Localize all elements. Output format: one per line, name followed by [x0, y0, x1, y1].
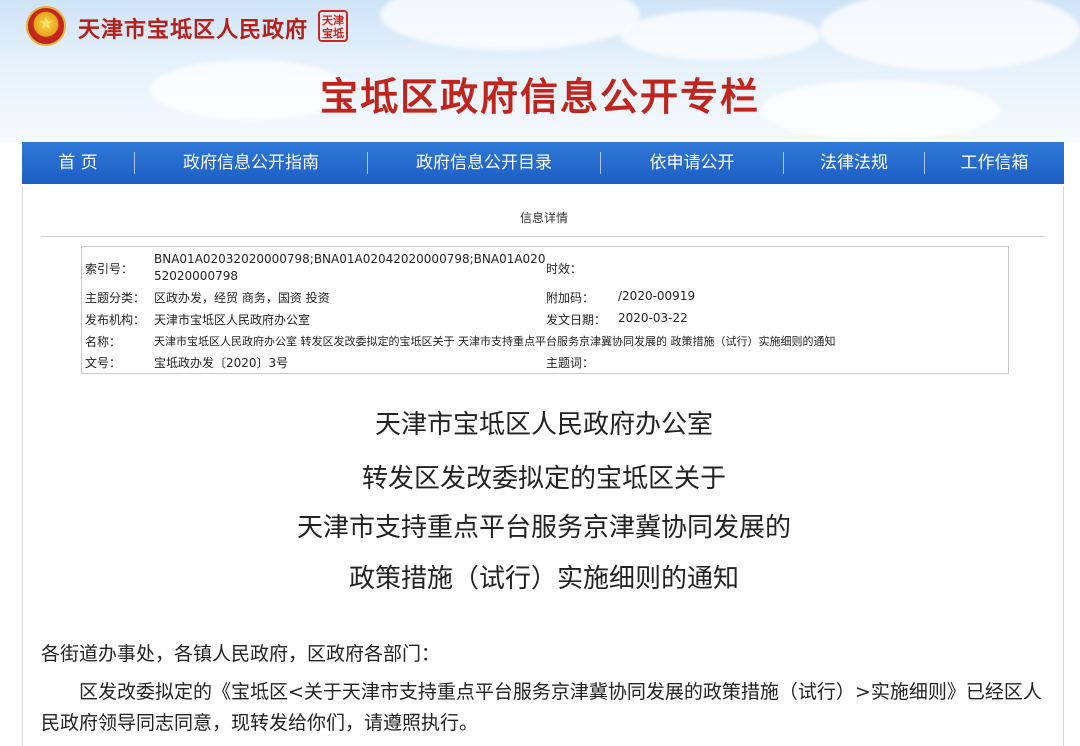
publisher-label: 发布机构：	[85, 313, 146, 327]
extra-code-value: /2020-00919	[618, 289, 696, 303]
index-value: BNA01A02032020000798;BNA01A0204202000079…	[154, 252, 546, 283]
national-emblem-icon[interactable]	[26, 6, 66, 46]
body-paragraph: 区发改委拟定的《宝坻区<关于天津市支持重点平台服务京津冀协同发展的政策措施（试行…	[41, 681, 1042, 734]
category-label: 主题分类：	[85, 291, 146, 305]
nav-item-home[interactable]: 首 页	[22, 142, 134, 184]
extra-code-label: 附加码：	[546, 291, 595, 305]
nav-item-laws[interactable]: 法律法规	[784, 142, 924, 184]
table-row: 主题分类： 区政办发，经贸 商务，国资 投资 附加码： /2020-00919	[82, 289, 1008, 307]
site-header: 天津市宝坻区人民政府 天津宝坻 宝坻区政府信息公开专栏	[0, 0, 1080, 142]
index-label: 索引号：	[85, 262, 134, 276]
date-label: 发文日期：	[546, 313, 607, 327]
salutation: 各街道办事处，各镇人民政府，区政府各部门：	[41, 643, 441, 665]
document-title-line: 政策措施（试行）实施细则的通知	[348, 564, 739, 594]
metadata-table: 索引号： BNA01A02032020000798;BNA01A02042020…	[81, 246, 1009, 374]
detail-heading: 信息详情	[519, 211, 568, 225]
table-row: 发布机构： 天津市宝坻区人民政府办公室 发文日期： 2020-03-22	[82, 311, 1008, 329]
category-value: 区政办发，经贸 商务，国资 投资	[154, 291, 330, 305]
document-title-line: 天津市支持重点平台服务京津冀协同发展的	[296, 513, 791, 543]
tianjin-baodi-seal-icon: 天津 宝坻	[318, 10, 348, 42]
docno-label: 文号：	[85, 356, 122, 370]
gov-site-name[interactable]: 天津市宝坻区人民政府	[78, 12, 308, 44]
name-value: 天津市宝坻区人民政府办公室 转发区发改委拟定的宝坻区关于 天津市支持重点平台服务…	[154, 335, 836, 348]
document-title-line: 转发区发改委拟定的宝坻区关于	[361, 464, 726, 494]
keyword-label: 主题词：	[546, 356, 595, 370]
nav-item-mailbox[interactable]: 工作信箱	[925, 142, 1064, 184]
nav-item-guide[interactable]: 政府信息公开指南	[135, 142, 367, 184]
table-row: 索引号： BNA01A02032020000798;BNA01A02042020…	[82, 251, 1008, 285]
divider	[41, 236, 1045, 237]
docno-value: 宝坻政办发〔2020〕3号	[154, 356, 289, 370]
table-row: 名称： 天津市宝坻区人民政府办公室 转发区发改委拟定的宝坻区关于 天津市支持重点…	[82, 333, 1008, 351]
nav-item-catalog[interactable]: 政府信息公开目录	[368, 142, 600, 184]
validity-label: 时效：	[546, 262, 583, 276]
content-frame: 信息详情 索引号： BNA01A02032020000798;BNA01A020…	[22, 186, 1064, 746]
table-row: 文号： 宝坻政办发〔2020〕3号 主题词：	[82, 354, 1008, 372]
date-value: 2020-03-22	[618, 311, 688, 325]
document-title-line: 天津市宝坻区人民政府办公室	[374, 410, 713, 440]
publisher-value: 天津市宝坻区人民政府办公室	[154, 313, 311, 327]
nav-item-apply[interactable]: 依申请公开	[601, 142, 783, 184]
column-title: 宝坻区政府信息公开专栏	[319, 74, 760, 119]
name-label: 名称：	[85, 335, 122, 349]
main-nav: 首 页 政府信息公开指南 政府信息公开目录 依申请公开 法律法规 工作信箱	[22, 142, 1064, 184]
